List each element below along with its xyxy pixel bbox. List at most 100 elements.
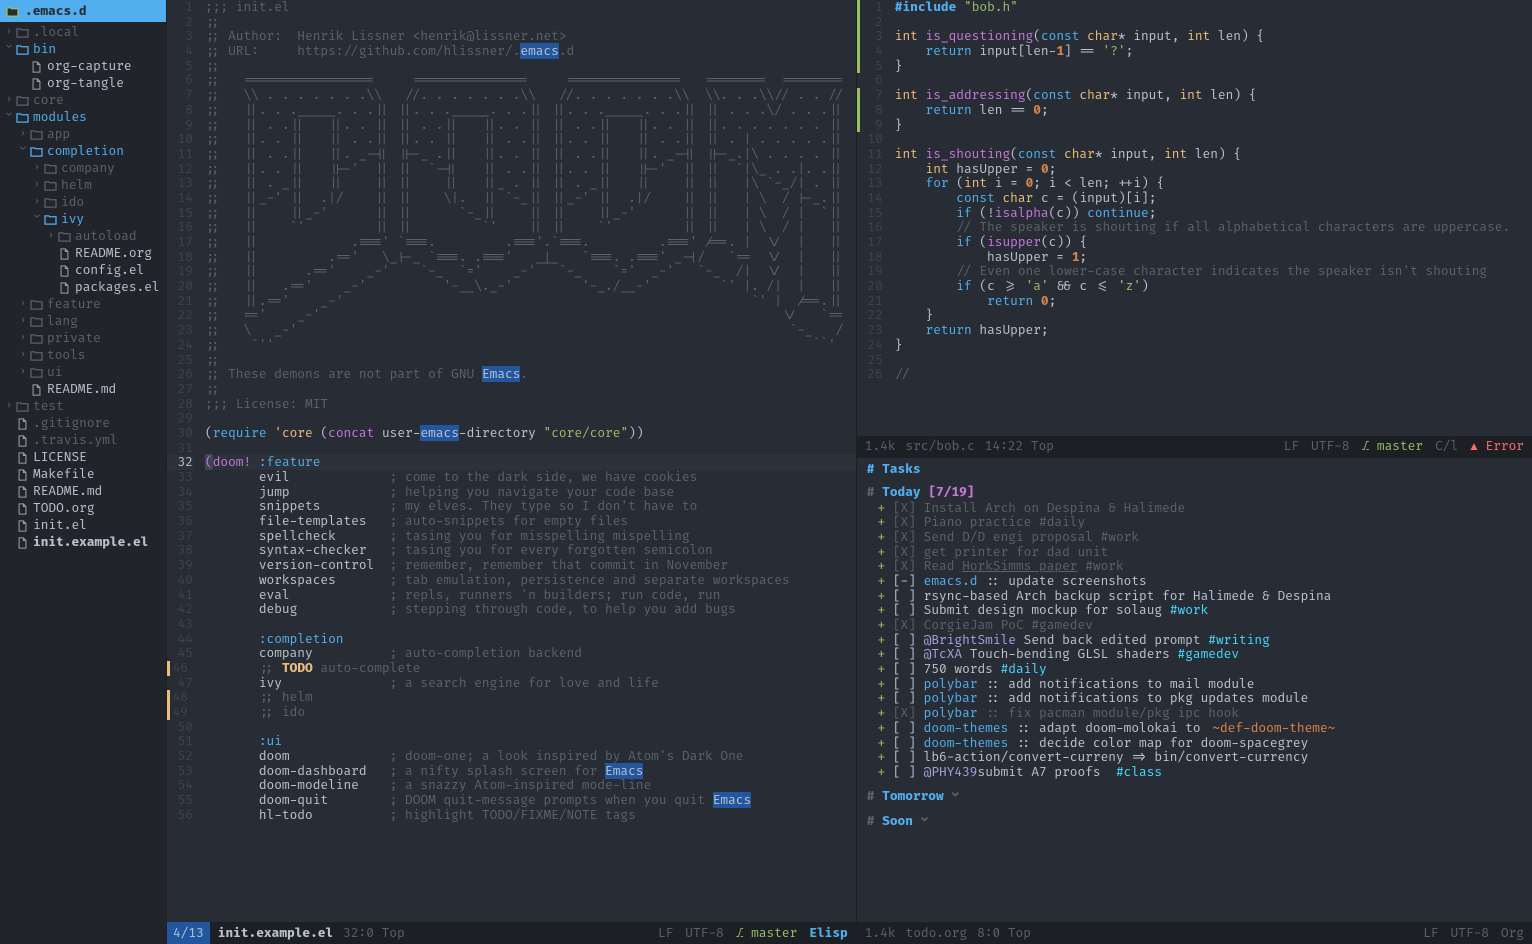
tree-label: .travis.yml — [33, 432, 118, 449]
tree-label: autoload — [75, 228, 137, 245]
folder-icon — [42, 211, 58, 228]
org-todo-item[interactable]: + [ ] @BrightSmile Send back edited prom… — [867, 633, 1522, 648]
tree-dir[interactable]: ›autoload — [0, 228, 166, 245]
tree-label: packages.el — [75, 279, 160, 296]
tree-label: LICENSE — [33, 449, 87, 466]
org-todo-item[interactable]: + [ ] polybar :: add notifications to ma… — [867, 677, 1522, 692]
org-heading-tomorrow[interactable]: # Tomorrow ⌄ — [867, 788, 1522, 805]
tree-label: bin — [33, 41, 56, 58]
tree-dir[interactable]: ⌄ modules — [0, 109, 166, 126]
file-tree[interactable]: ›.local⌄binorg-captureorg-tangle›core⌄mo… — [0, 22, 166, 944]
vcs-branch: ⎇ master — [736, 925, 798, 942]
code-area[interactable]: #include "bob.h"int is_questioning(const… — [891, 0, 1532, 436]
tree-file[interactable]: README.org — [0, 245, 166, 262]
file-icon — [56, 279, 72, 296]
tree-dir[interactable]: ⌄completion — [0, 143, 166, 160]
org-heading-today[interactable]: # Today [7/19] — [867, 484, 1522, 501]
tree-label: core — [33, 92, 64, 109]
encoding-indicator: UTF-8 — [1450, 925, 1488, 942]
org-todo-item[interactable]: + [X] Install Arch on Despina & Halimede — [867, 501, 1522, 516]
eol-indicator: LF — [1284, 438, 1299, 455]
org-todo-item[interactable]: + [ ] 750 words #daily — [867, 662, 1522, 677]
cursor-position: 8:0 Top — [977, 925, 1031, 942]
tree-dir[interactable]: ›ui — [0, 364, 166, 381]
org-todo-item[interactable]: + [X] Piano practice #daily — [867, 515, 1522, 530]
tree-dir[interactable]: ›lang — [0, 313, 166, 330]
org-heading-soon[interactable]: # Soon ⌄ — [867, 813, 1522, 830]
tree-label: init.el — [33, 517, 87, 534]
tree-file[interactable]: config.el — [0, 262, 166, 279]
tree-file[interactable]: .travis.yml — [0, 432, 166, 449]
tree-file[interactable]: Makefile — [0, 466, 166, 483]
project-root-name: .emacs.d — [25, 3, 87, 20]
chevron-down-icon: ⌄ — [921, 813, 929, 829]
cursor-position: 14:22 Top — [985, 438, 1054, 455]
org-todo-item[interactable]: + [ ] rsync-based Arch backup script for… — [867, 589, 1522, 604]
project-root-header[interactable]: .emacs.d — [0, 0, 166, 22]
code-area[interactable]: ;;; init.el;;;; Author: Henrik Lissner <… — [201, 0, 856, 922]
buffer-size: 1.4k — [865, 438, 896, 455]
tree-label: private — [47, 330, 101, 347]
org-todo-item[interactable]: + [-] emacs.d :: update screenshots — [867, 574, 1522, 589]
file-icon — [28, 58, 44, 75]
tree-label: .local — [33, 24, 79, 41]
tree-dir[interactable]: ›tools — [0, 347, 166, 364]
org-todo-item[interactable]: + [ ] Submit design mockup for solaug #w… — [867, 603, 1522, 618]
org-todo-item[interactable]: + [ ] doom-themes :: decide color map fo… — [867, 736, 1522, 751]
org-todo-item[interactable]: + [ ] doom-themes :: adapt doom-molokai … — [867, 721, 1522, 736]
org-todo-item[interactable]: + [ ] @PHY439submit A7 proofs #class — [867, 765, 1522, 780]
org-todo-item[interactable]: + [ ] lb6-action/convert-curreny => bin/… — [867, 750, 1522, 765]
tree-dir[interactable]: ›ido — [0, 194, 166, 211]
tree-dir[interactable]: ›app — [0, 126, 166, 143]
org-todo-item[interactable]: + [ ] polybar :: add notifications to pk… — [867, 691, 1522, 706]
folder-icon — [42, 177, 58, 194]
chevron-icon: ⌄ — [4, 111, 14, 125]
tree-file[interactable]: TODO.org — [0, 500, 166, 517]
tree-dir[interactable]: ›company — [0, 160, 166, 177]
tree-label: .gitignore — [33, 415, 110, 432]
org-todo-item[interactable]: + [X] CorgieJam PoC #gamedev — [867, 618, 1522, 633]
tree-file[interactable]: init.example.el — [0, 534, 166, 551]
chevron-icon: › — [32, 179, 42, 193]
tree-file[interactable]: org-tangle — [0, 75, 166, 92]
org-todo-item[interactable]: + [X] get printer for dad unit — [867, 545, 1522, 560]
org-todo-item[interactable]: + [X] polybar :: fix pacman module/pkg i… — [867, 706, 1522, 721]
workspace-indicator[interactable]: 4/13 — [167, 922, 210, 944]
tree-dir[interactable]: › helm — [0, 177, 166, 194]
org-todo-item[interactable]: + [ ] @TcXA Touch-bending GLSL shaders #… — [867, 647, 1522, 662]
file-icon — [14, 466, 30, 483]
folder-icon — [14, 92, 30, 109]
tree-label: app — [47, 126, 70, 143]
org-todo-item[interactable]: + [X] Read HorkSimms paper #work — [867, 559, 1522, 574]
folder-icon — [28, 296, 44, 313]
tree-dir[interactable]: ›feature — [0, 296, 166, 313]
modeline-left: 4/13 init.example.el 32:0 Top LF UTF-8 ⎇… — [167, 922, 856, 944]
tree-file[interactable]: README.md — [0, 483, 166, 500]
tree-dir[interactable]: ›private — [0, 330, 166, 347]
tree-dir[interactable]: ›.local — [0, 24, 166, 41]
tree-dir[interactable]: ⌄ivy — [0, 211, 166, 228]
tree-file[interactable]: .gitignore — [0, 415, 166, 432]
org-todo-item[interactable]: + [X] Send D/D engi proposal #work — [867, 530, 1522, 545]
gutter: 1234567891011121314151617181920212223242… — [167, 0, 201, 922]
tree-label: helm — [61, 177, 92, 194]
tree-file[interactable]: org-capture — [0, 58, 166, 75]
buffer-name: init.example.el — [218, 925, 333, 942]
tree-label: config.el — [75, 262, 144, 279]
buffer-path: todo.org — [906, 925, 968, 942]
tree-file[interactable]: README.md — [0, 381, 166, 398]
editor-left[interactable]: 1234567891011121314151617181920212223242… — [167, 0, 856, 922]
tree-dir[interactable]: ⌄bin — [0, 41, 166, 58]
editor-right[interactable]: 1234567891011121314151617181920212223242… — [857, 0, 1532, 436]
tree-label: modules — [33, 109, 87, 126]
tree-file[interactable]: packages.el — [0, 279, 166, 296]
tree-file[interactable]: init.el — [0, 517, 166, 534]
tree-file[interactable]: LICENSE — [0, 449, 166, 466]
tree-dir[interactable]: ›test — [0, 398, 166, 415]
tree-dir[interactable]: ›core — [0, 92, 166, 109]
folder-icon — [28, 143, 44, 160]
tree-label: Makefile — [33, 466, 95, 483]
chevron-icon: › — [18, 349, 28, 363]
org-agenda[interactable]: # Tasks # Today [7/19] + [X] Install Arc… — [857, 458, 1532, 922]
flycheck-error[interactable]: ▲ Error — [1470, 438, 1524, 455]
